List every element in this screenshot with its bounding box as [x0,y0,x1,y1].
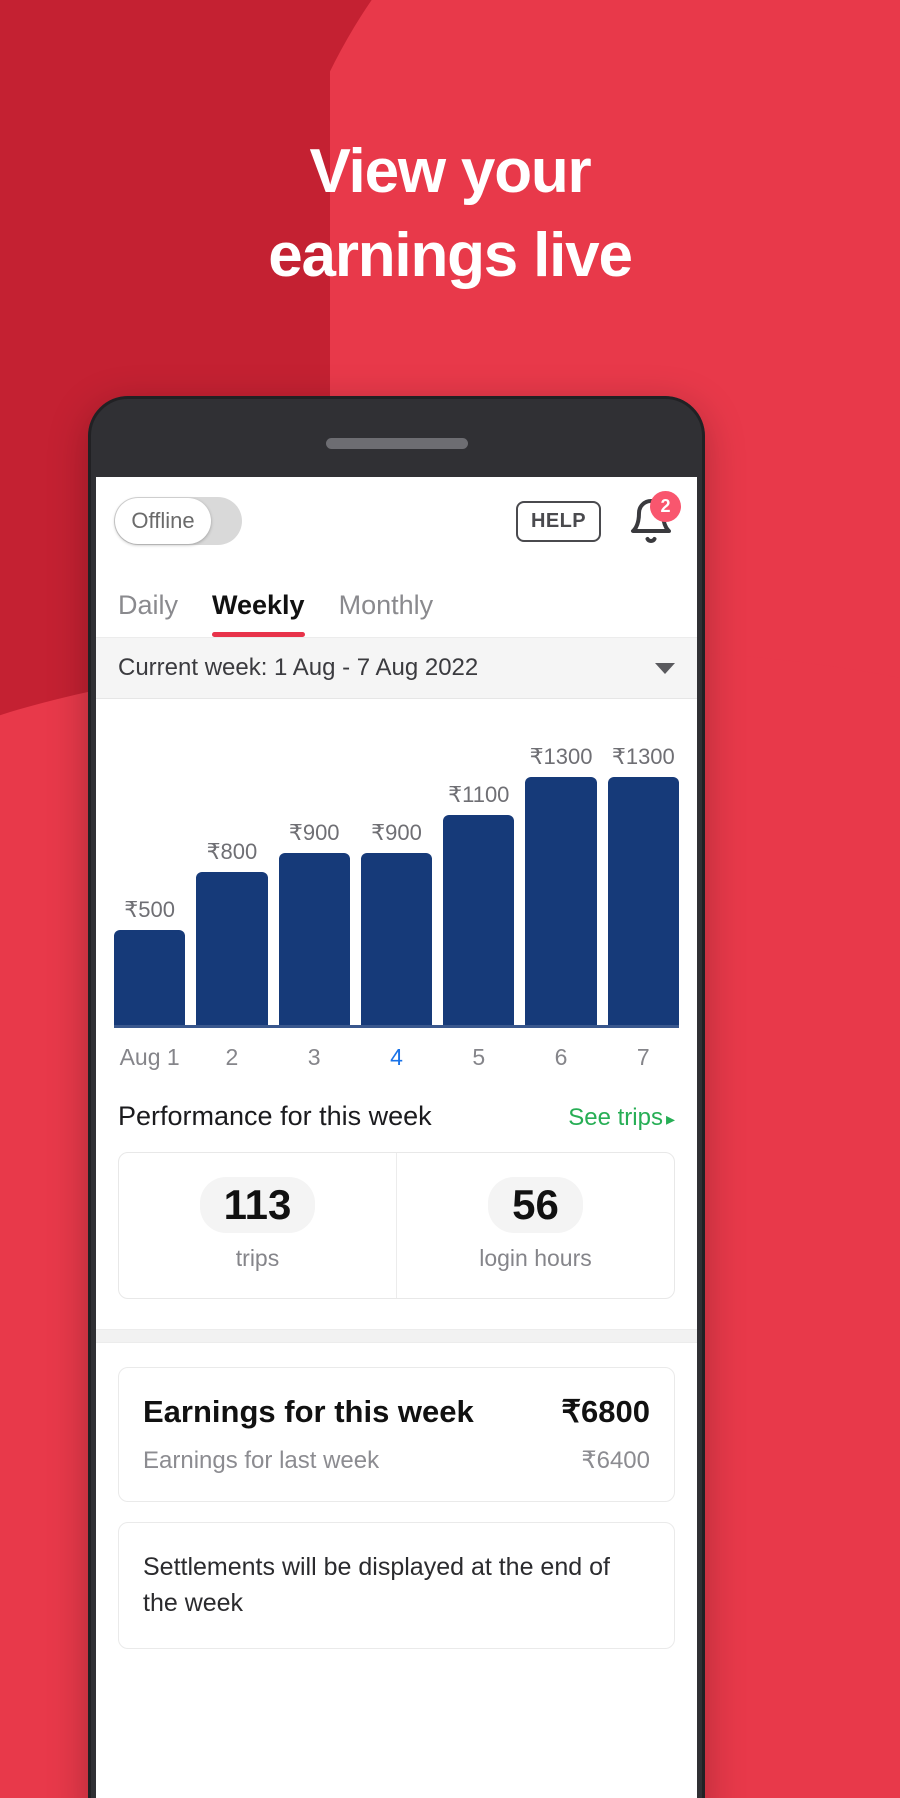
see-trips-label: See trips [568,1104,663,1131]
bar-column[interactable]: ₹900 [278,725,350,1025]
bar-value-label: ₹900 [371,820,422,846]
chevron-down-icon [655,662,675,674]
see-trips-link[interactable]: See trips ▸ [568,1104,675,1132]
earnings-card[interactable]: Earnings for this week ₹6800 Earnings fo… [118,1367,675,1502]
chart-axis-labels: Aug 1 2 3 4 5 6 7 [114,1028,679,1071]
toggle-knob: Offline [115,498,211,544]
week-selector-label: Current week: 1 Aug - 7 Aug 2022 [118,654,479,681]
bar-column[interactable]: ₹500 [114,725,186,1025]
period-tabs: Daily Weekly Monthly [96,565,697,637]
bar-value-label: ₹900 [288,820,340,846]
phone-mockup: Offline HELP 2 Daily Weekly Monthly Curr… [88,396,705,1798]
axis-tick-label: 4 [390,1044,403,1070]
bar[interactable] [607,777,679,1025]
bar-value-label: ₹500 [124,896,175,922]
axis-tick-label: 2 [225,1044,239,1070]
bar-value-label: ₹1300 [611,744,675,770]
earnings-last-week-label: Earnings for last week [143,1447,380,1474]
tab-weekly[interactable]: Weekly [212,590,305,637]
tab-monthly[interactable]: Monthly [339,590,434,637]
tab-daily[interactable]: Daily [118,590,178,637]
earnings-last-week-value: ₹6400 [581,1447,650,1474]
stat-login-hours-value: 56 [488,1177,583,1233]
earnings-this-week-label: Earnings for this week [143,1394,474,1429]
chart-bars: ₹500 ₹800 ₹900 ₹900 ₹1100 ₹1300 ₹1300 [114,725,679,1025]
app-header: Offline HELP 2 [96,477,697,565]
bar-column[interactable]: ₹1100 [443,725,515,1025]
stat-login-hours-label: login hours [479,1245,592,1271]
bar[interactable] [360,853,433,1025]
axis-tick-label: Aug 1 [119,1044,180,1070]
bar-column[interactable]: ₹1300 [525,725,597,1025]
bar-column[interactable]: ₹800 [196,725,268,1025]
performance-header: Performance for this week See trips ▸ [96,1071,697,1132]
app-screen: Offline HELP 2 Daily Weekly Monthly Curr… [96,477,697,1798]
earnings-last-week-row: Earnings for last week ₹6400 [143,1446,650,1475]
axis-tick-label: 6 [554,1044,568,1070]
stat-trips-label: trips [235,1245,280,1271]
phone-speaker-grille [325,438,468,449]
axis-tick-label: 7 [636,1044,650,1070]
notification-count-badge: 2 [650,491,681,522]
bar-column[interactable]: ₹1300 [607,725,679,1025]
bar-value-label: ₹800 [206,839,258,865]
bar[interactable] [525,777,597,1025]
online-status-toggle[interactable]: Offline [114,497,242,545]
toggle-label: Offline [131,508,195,533]
bar[interactable] [114,929,186,1025]
headline-line-1: View your [309,137,592,206]
bar[interactable] [278,853,350,1025]
stat-trips-value: 113 [199,1177,316,1233]
earnings-this-week-row: Earnings for this week ₹6800 [143,1394,650,1430]
performance-stats: 113 trips 56 login hours [118,1152,675,1299]
bar-value-label: ₹1300 [529,744,593,770]
earnings-this-week-value: ₹6800 [561,1394,650,1429]
axis-tick-label: 5 [472,1044,486,1070]
section-divider [96,1329,697,1343]
bar-column[interactable]: ₹900 [360,725,433,1025]
help-button[interactable]: HELP [516,500,601,542]
promo-headline: View your earnings live [0,130,900,299]
headline-line-2: earnings live [268,221,633,291]
chevron-right-icon: ▸ [665,1109,675,1129]
stat-login-hours: 56 login hours [396,1153,674,1298]
bar-value-label: ₹1100 [448,782,510,808]
week-selector[interactable]: Current week: 1 Aug - 7 Aug 2022 [96,637,697,699]
promo-screenshot: View your earnings live Offline HELP 2 D… [0,0,900,1798]
earnings-bar-chart: ₹500 ₹800 ₹900 ₹900 ₹1100 ₹1300 ₹1300 Aug 1 2 3 4… [96,699,697,1071]
stat-trips: 113 trips [119,1153,396,1298]
settlements-note-card: Settlements will be displayed at the end… [118,1522,675,1649]
bar[interactable] [443,815,515,1025]
notifications-button[interactable]: 2 [627,491,681,546]
bar[interactable] [196,872,268,1025]
axis-tick-label: 3 [307,1044,321,1070]
performance-title: Performance for this week [118,1101,432,1131]
chart-axis-line [114,1025,679,1028]
